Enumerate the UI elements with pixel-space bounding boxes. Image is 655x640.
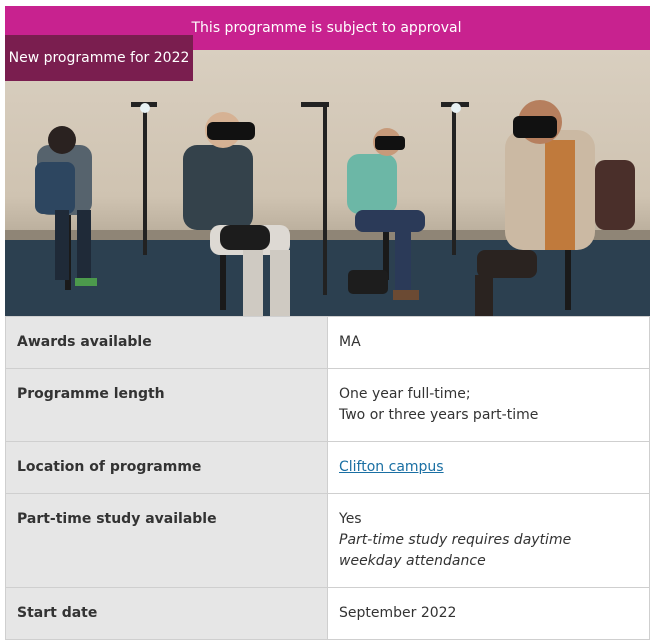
table-row: Part-time study available Yes Part-time … <box>5 493 650 588</box>
awards-label: Awards available <box>5 316 328 369</box>
length-label: Programme length <box>5 368 328 442</box>
parttime-value: Yes Part-time study requires daytime wee… <box>327 493 650 588</box>
start-date-value: September 2022 <box>327 587 650 640</box>
parttime-label: Part-time study available <box>5 493 328 588</box>
programme-card: This programme is subject to approval Ne… <box>5 6 650 640</box>
table-row: Start date September 2022 <box>5 587 650 640</box>
awards-value: MA <box>327 316 650 369</box>
approval-text: This programme is subject to approval <box>191 20 462 36</box>
table-row: Awards available MA <box>5 316 650 369</box>
table-row: Location of programme Clifton campus <box>5 441 650 494</box>
length-value: One year full-time; Two or three years p… <box>327 368 650 442</box>
length-line-parttime: Two or three years part-time <box>339 407 539 423</box>
programme-details-table: Awards available MA Programme length One… <box>5 316 650 640</box>
new-programme-badge: New programme for 2022 <box>5 35 193 81</box>
parttime-yes: Yes <box>339 511 362 527</box>
start-date-label: Start date <box>5 587 328 640</box>
clifton-campus-link[interactable]: Clifton campus <box>339 459 444 475</box>
parttime-note: Part-time study requires daytime weekday… <box>339 532 572 569</box>
location-value: Clifton campus <box>327 441 650 494</box>
length-line-fulltime: One year full-time; <box>339 386 471 402</box>
programme-photo <box>5 50 650 316</box>
location-label: Location of programme <box>5 441 328 494</box>
vr-scene-illustration <box>5 100 650 316</box>
table-row: Programme length One year full-time; Two… <box>5 368 650 442</box>
